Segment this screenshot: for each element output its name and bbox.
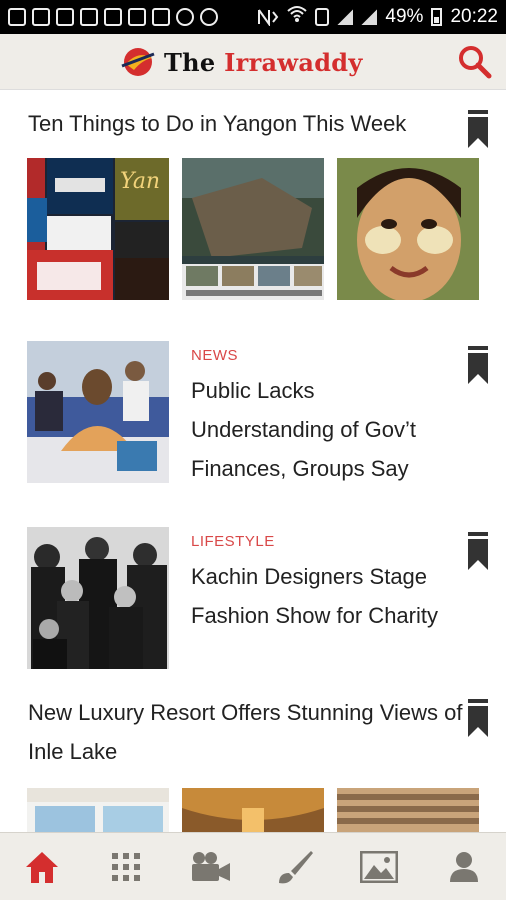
nav-profile[interactable] (442, 845, 486, 889)
bookmark-button[interactable] (468, 346, 488, 384)
gallery-image-flood[interactable] (182, 158, 324, 300)
gallery-title[interactable]: New Luxury Resort Offers Stunning Views … (28, 693, 468, 771)
nav-home[interactable] (20, 845, 64, 889)
search-button[interactable] (456, 43, 494, 81)
article-category-tag: NEWS (191, 347, 238, 364)
facebook-icon (32, 8, 50, 26)
instagram-icon (200, 8, 218, 26)
signal-icon (361, 9, 378, 25)
bookmark-button[interactable] (468, 532, 488, 570)
logo-text-name: Irrawaddy (224, 47, 363, 77)
gallery-title[interactable]: Ten Things to Do in Yangon This Week (28, 104, 468, 143)
logo-emblem-icon (120, 44, 156, 80)
profile-icon (449, 851, 478, 882)
nav-video[interactable] (189, 845, 233, 889)
gallery-icon (104, 8, 122, 26)
logo-text-the: The (164, 47, 216, 77)
article-image-designers[interactable] (27, 527, 169, 669)
search-icon (459, 46, 492, 79)
wifi-icon (287, 5, 308, 29)
home-icon (26, 851, 59, 883)
bookmark-button[interactable] (468, 110, 488, 148)
news-feed[interactable]: Ten Things to Do in Yangon This Week Yan (0, 90, 506, 832)
gallery-image-ceiling[interactable] (182, 788, 324, 832)
bookmark-icon (468, 346, 488, 384)
bookmark-icon (468, 532, 488, 570)
twitter-icon (152, 8, 170, 26)
message-icon (8, 8, 26, 26)
bottom-navigation (0, 832, 506, 900)
battery-icon (431, 8, 443, 26)
sim-icon (315, 8, 330, 26)
facebook-icon (80, 8, 98, 26)
gallery-image-posters[interactable]: Yan (27, 158, 169, 300)
brush-icon (279, 850, 314, 883)
twitter-icon (128, 8, 146, 26)
app-header: The Irrawaddy (0, 34, 506, 90)
gallery-image-painting[interactable] (337, 158, 479, 300)
notification-icons (8, 8, 218, 26)
article-category-tag: LIFESTYLE (191, 533, 275, 550)
article-headline[interactable]: Public Lacks Understanding of Gov’t Fina… (191, 371, 461, 488)
gallery-image-room[interactable] (27, 788, 169, 832)
video-camera-icon (191, 851, 230, 881)
nav-lifestyle[interactable] (273, 845, 317, 889)
article-image-meeting[interactable] (27, 341, 169, 483)
gallery-image-building[interactable] (337, 788, 479, 832)
bookmark-button[interactable] (468, 699, 488, 737)
article-headline[interactable]: Kachin Designers Stage Fashion Show for … (191, 557, 461, 635)
bookmark-icon (468, 110, 488, 148)
nav-photos[interactable] (357, 845, 401, 889)
grid-icon (112, 852, 141, 881)
instagram-icon (176, 8, 194, 26)
news-icon (56, 8, 74, 26)
nav-categories[interactable] (104, 845, 148, 889)
irrawaddy-logo[interactable]: The Irrawaddy (120, 44, 363, 80)
nfc-icon (257, 8, 279, 28)
image-icon (360, 850, 399, 883)
clock: 20:22 (450, 6, 498, 27)
bookmark-icon (468, 699, 488, 737)
status-bar: 49% 20:22 (0, 0, 506, 34)
svg-text:Yan: Yan (120, 169, 160, 194)
battery-percent: 49% (385, 6, 424, 27)
signal-icon (337, 9, 354, 25)
